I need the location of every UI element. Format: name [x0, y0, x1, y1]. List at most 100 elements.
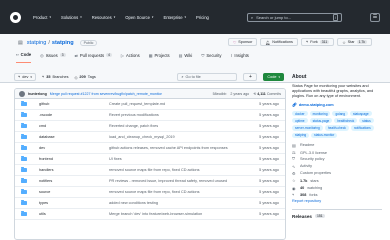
- sidebar-item-stars[interactable]: ☆ 1.7k stars: [292, 178, 382, 184]
- table-row[interactable]: notifiers PR reviews - removed issue, imp…: [15, 176, 285, 187]
- branch-bar: ⑂ dev ▾ ⑂ 35 Branches ◇ 209 Tags ⌕ Go to…: [14, 72, 284, 82]
- file-name[interactable]: utils: [39, 212, 109, 216]
- topic-tag[interactable]: statping: [292, 132, 310, 138]
- file-commit-message[interactable]: Revert previous modifications: [109, 113, 243, 117]
- star-icon: ☆: [342, 40, 346, 45]
- tab-insights[interactable]: ⌇ Insights: [230, 53, 248, 63]
- file-commit-message[interactable]: removed source maps file from repo, fixe…: [109, 168, 243, 172]
- report-repository-link[interactable]: Report repository: [292, 199, 382, 203]
- topic-tag[interactable]: golang: [332, 111, 349, 117]
- history-link[interactable]: ⟲ 4,111 Commits: [253, 92, 281, 96]
- nav-item-open-source[interactable]: Open Source ▾: [125, 15, 153, 20]
- nav-item-solutions[interactable]: Solutions ▾: [61, 15, 82, 20]
- table-row[interactable]: dev github actions releases, removed cach…: [15, 143, 285, 154]
- file-name[interactable]: cmd: [39, 124, 109, 128]
- table-row[interactable]: database load_and_cleanup_check_mysql_201…: [15, 132, 285, 143]
- fork-button[interactable]: ⑂ Fork 311: [300, 38, 335, 46]
- file-name[interactable]: types: [39, 201, 109, 205]
- nav-item-enterprise[interactable]: Enterprise ▾: [163, 15, 186, 20]
- file-name[interactable]: dev: [39, 146, 109, 150]
- tab-issues[interactable]: ◎ Issues 3: [40, 52, 66, 63]
- nav-item-pricing[interactable]: Pricing: [196, 15, 209, 20]
- file-name[interactable]: handlers: [39, 168, 109, 172]
- repo-owner-link[interactable]: statping: [27, 40, 47, 46]
- file-commit-message[interactable]: removed source maps file from repo, fixe…: [109, 190, 243, 194]
- homepage-link[interactable]: 🔗︎ demo.statping.com: [292, 102, 382, 108]
- table-row[interactable]: cmd Reverted change, patch fixes 5 years a…: [15, 121, 285, 132]
- star-button[interactable]: ☆ Star 1.7k: [337, 38, 372, 46]
- table-row[interactable]: source removed source maps file from repo…: [15, 187, 285, 198]
- branches-link[interactable]: ⑂ 35 Branches: [42, 75, 69, 79]
- table-row[interactable]: utils Merge branch 'dev' into feature/web…: [15, 209, 285, 220]
- sidebar-item-activity[interactable]: ∿ Activity: [292, 164, 382, 169]
- menu-icon[interactable]: ☰: [370, 12, 380, 22]
- repo-name-link[interactable]: statping: [52, 40, 74, 46]
- file-name[interactable]: notifiers: [39, 179, 109, 183]
- add-file-button[interactable]: +: [243, 73, 258, 81]
- commit-message[interactable]: Merge pull request #1227 from sevenrev/b…: [50, 92, 162, 96]
- topic-tag[interactable]: server-monitoring: [292, 125, 323, 131]
- folder-icon: [21, 199, 27, 206]
- file-commit-message[interactable]: load_and_cleanup_check_mysql_2019: [109, 135, 243, 139]
- file-commit-message[interactable]: UI fixes: [109, 157, 243, 161]
- table-row[interactable]: types added new conditions testing 5 years…: [15, 198, 285, 209]
- sidebar-item-watching[interactable]: ◉ 40 watching: [292, 186, 382, 191]
- nav-item-resources[interactable]: Resources ▾: [92, 15, 116, 20]
- releases-heading[interactable]: Releases 151: [292, 214, 382, 219]
- topic-tag[interactable]: statuspage: [350, 111, 372, 117]
- tags-link[interactable]: ◇ 209 Tags: [74, 75, 95, 80]
- tab-security[interactable]: ⛉ Security: [201, 53, 221, 63]
- search-input[interactable]: ⌕ Search or jump to... /: [246, 12, 342, 22]
- sidebar-item-readme[interactable]: ▤ Readme: [292, 143, 382, 148]
- topic-tag[interactable]: healthcheck: [334, 118, 358, 124]
- file-commit-message[interactable]: PR reviews - removed issue, improved thr…: [109, 179, 243, 183]
- topic-tag[interactable]: docker: [292, 111, 308, 117]
- topic-tag[interactable]: status-monitor: [311, 132, 338, 138]
- file-name[interactable]: github: [39, 102, 109, 106]
- table-row[interactable]: .vscode Revert previous modifications 5 ye…: [15, 110, 285, 121]
- topic-tag[interactable]: status-page: [309, 118, 333, 124]
- file-age: 5 years ago: [259, 168, 279, 172]
- file-commit-message[interactable]: Reverted change, patch fixes: [109, 124, 243, 128]
- topic-tag[interactable]: health-check: [324, 125, 349, 131]
- tab-projects[interactable]: ▦ Projects: [149, 53, 170, 63]
- file-name[interactable]: frontend: [39, 157, 109, 161]
- file-name[interactable]: source: [39, 190, 109, 194]
- file-commit-message[interactable]: Merge branch 'dev' into feature/web-brow…: [109, 212, 243, 216]
- topic-tag[interactable]: monitoring: [309, 111, 331, 117]
- sidebar-item-gpl-3-0-license[interactable]: ⚖ GPL-3.0 license: [292, 150, 382, 156]
- tab-actions[interactable]: ▷ Actions: [121, 53, 140, 63]
- star-label: Star: [347, 40, 355, 44]
- topic-tag[interactable]: uptime: [292, 118, 308, 124]
- sidebar-item-custom-properties[interactable]: ⚙ Custom properties: [292, 171, 382, 176]
- file-commit-message[interactable]: github actions releases, removed cache A…: [109, 146, 243, 150]
- table-row[interactable]: github Create pull_request_template.md 5 y…: [15, 99, 285, 110]
- file-name[interactable]: database: [39, 135, 109, 139]
- topic-tag[interactable]: status: [359, 118, 374, 124]
- avatar[interactable]: [19, 90, 25, 97]
- sidebar-item-forks[interactable]: ⑂ 308 forks: [292, 193, 382, 197]
- sponsor-button[interactable]: ♡ Sponsor: [227, 38, 258, 46]
- tab-pull-requests[interactable]: ⇄ Pull requests 4: [75, 53, 112, 63]
- github-logo-icon[interactable]: [10, 11, 21, 23]
- commit-hash[interactable]: 58ecdbb: [213, 92, 227, 96]
- sidebar-items: ▤ Readme ⚖ GPL-3.0 license ⛉ Security policy ∿…: [292, 143, 382, 197]
- go-to-file-input[interactable]: ⌕ Go to file: [177, 73, 238, 81]
- file-commit-message[interactable]: added new conditions testing: [109, 201, 243, 205]
- nav-item-product[interactable]: Product ▾: [33, 15, 51, 20]
- sign-in-icon[interactable]: [342, 13, 364, 22]
- tab-code[interactable]: ‹› Code: [16, 52, 32, 63]
- notifications-button[interactable]: 🔔︎ Notifications: [260, 38, 298, 46]
- tab-wiki[interactable]: ▤ Wiki: [179, 53, 193, 63]
- nav-item-label: Enterprise: [163, 14, 183, 20]
- branch-select[interactable]: ⑂ dev ▾: [14, 73, 36, 81]
- file-commit-message[interactable]: Create pull_request_template.md: [109, 102, 243, 106]
- table-row[interactable]: handlers removed source maps file from re…: [15, 165, 285, 176]
- table-row[interactable]: frontend UI fixes 5 years ago: [15, 154, 285, 165]
- sidebar-item-security-policy[interactable]: ⛉ Security policy: [292, 157, 382, 161]
- commit-author[interactable]: hunterlong: [28, 92, 47, 96]
- file-name[interactable]: .vscode: [39, 113, 109, 117]
- topic-tag[interactable]: notifications: [350, 125, 374, 131]
- code-button[interactable]: Code ▾: [263, 73, 284, 81]
- tab-label: Issues: [45, 52, 58, 58]
